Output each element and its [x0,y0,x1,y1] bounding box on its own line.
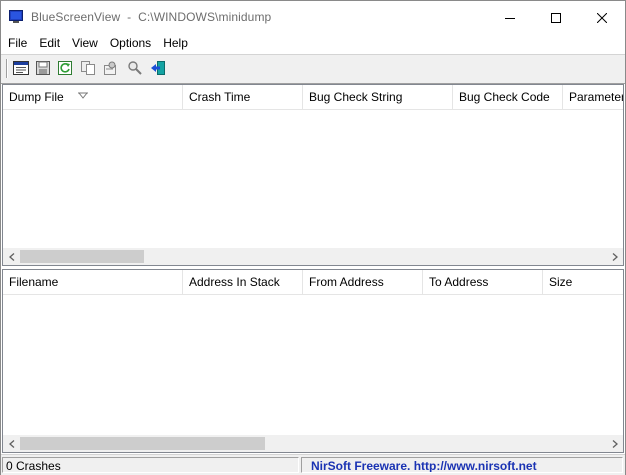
advanced-options-icon [104,61,116,75]
column-from-address[interactable]: From Address [303,270,423,294]
exit-icon [151,61,165,75]
minimize-icon [505,17,515,19]
column-label: Address In Stack [189,275,280,289]
column-address-in-stack[interactable]: Address In Stack [183,270,303,294]
chevron-right-icon [612,252,618,261]
scroll-left-button[interactable] [3,435,20,452]
exit-button[interactable] [149,59,167,77]
refresh-button[interactable] [56,59,74,77]
column-label: To Address [429,275,489,289]
column-label: Bug Check Code [459,90,550,104]
column-label: Bug Check String [309,90,403,104]
column-filename[interactable]: Filename [3,270,183,294]
minimize-button[interactable] [487,1,533,34]
chevron-left-icon [8,252,14,261]
column-label: Dump File [9,90,64,104]
column-dump-file[interactable]: Dump File [3,85,183,109]
crash-count-status: 0 Crashes [2,457,299,473]
column-label: From Address [309,275,384,289]
column-label: Size [549,275,573,289]
scroll-right-button[interactable] [606,248,623,265]
column-label: Crash Time [189,90,251,104]
refresh-icon [58,61,72,75]
module-list-horizontal-scrollbar[interactable] [3,435,623,452]
copy-icon [81,61,95,75]
crash-list-horizontal-scrollbar[interactable] [3,248,623,265]
column-bug-check-code[interactable]: Bug Check Code [453,85,563,109]
maximize-button[interactable] [533,1,579,34]
status-bar: 0 Crashes NirSoft Freeware. http://www.n… [1,454,625,475]
toolbar [1,54,625,84]
properties-html-report-icon [13,61,29,75]
copy-button[interactable] [79,59,97,77]
find-icon [128,61,142,75]
chevron-right-icon [612,439,618,448]
column-size[interactable]: Size [543,270,623,294]
window-title: BlueScreenView - C:\WINDOWS\minidump [31,10,272,24]
app-window: BlueScreenView - C:\WINDOWS\minidump Fil… [0,0,626,475]
html-report-button[interactable] [12,59,30,77]
chevron-left-icon [8,439,14,448]
menu-view[interactable]: View [66,34,104,53]
menu-options[interactable]: Options [104,34,157,53]
sort-ascending-icon [78,92,88,99]
close-button[interactable] [579,1,625,34]
scroll-thumb[interactable] [20,437,265,450]
crash-list-header: Dump File Crash Time Bug Check String Bu… [3,85,624,110]
module-list[interactable]: Filename Address In Stack From Address T… [2,269,624,453]
menu-file[interactable]: File [1,34,33,53]
scroll-left-button[interactable] [3,248,20,265]
scroll-right-button[interactable] [606,435,623,452]
column-label: Parameter [569,90,624,104]
column-crash-time[interactable]: Crash Time [183,85,303,109]
column-to-address[interactable]: To Address [423,270,543,294]
advanced-options-button[interactable] [101,59,119,77]
menu-help[interactable]: Help [157,34,194,53]
close-icon [597,12,607,23]
save-button[interactable] [34,59,52,77]
toolbar-grip [6,59,8,78]
title-bar[interactable]: BlueScreenView - C:\WINDOWS\minidump [1,1,625,34]
column-label: Filename [9,275,59,289]
save-icon [36,61,50,75]
find-button[interactable] [126,59,144,77]
column-parameter[interactable]: Parameter [563,85,624,109]
crash-list[interactable]: Dump File Crash Time Bug Check String Bu… [2,84,624,266]
bluescreenview-app-icon [9,10,23,24]
scroll-thumb[interactable] [20,250,144,263]
menu-edit[interactable]: Edit [33,34,66,53]
module-list-header: Filename Address In Stack From Address T… [3,270,623,295]
menu-bar: File Edit View Options Help [1,34,625,53]
maximize-icon [551,12,561,23]
column-bug-check-string[interactable]: Bug Check String [303,85,453,109]
nirsoft-link[interactable]: NirSoft Freeware. http://www.nirsoft.net [301,457,623,473]
